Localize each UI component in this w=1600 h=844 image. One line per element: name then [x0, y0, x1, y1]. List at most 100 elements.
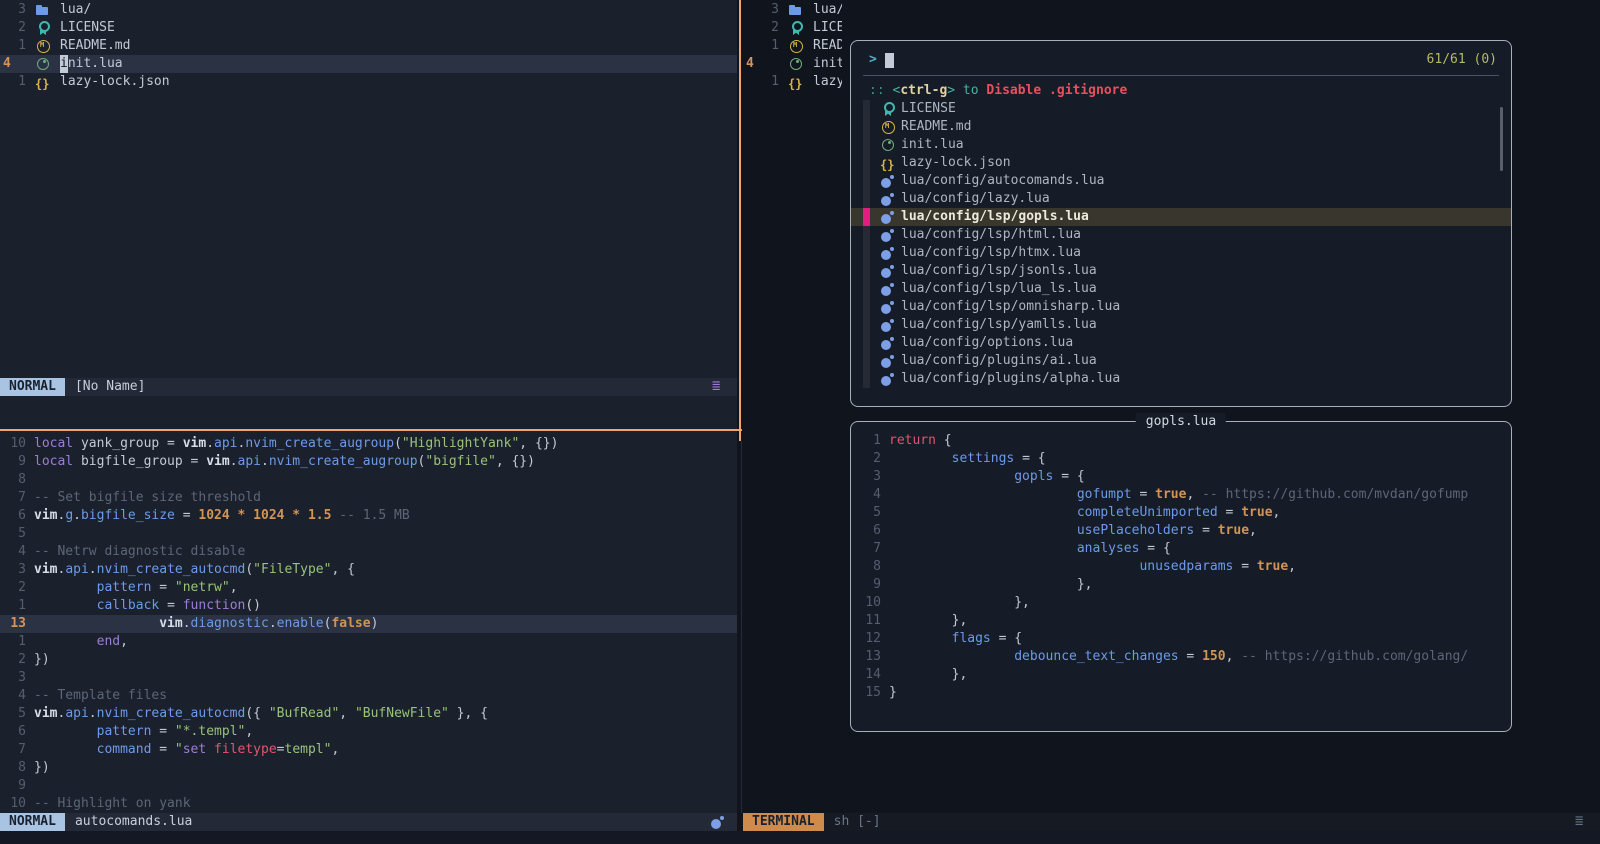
fzf-item[interactable]: lua/config/lsp/lua_ls.lua	[851, 280, 1511, 298]
file-row[interactable]: 2 LICENSE	[743, 19, 842, 37]
fzf-item[interactable]: lua/config/options.lua	[851, 334, 1511, 352]
preview-line: 13 debounce_text_changes = 150, -- https…	[851, 648, 1511, 666]
code-line[interactable]: 1 end,	[0, 633, 737, 651]
file-row[interactable]: 4 init	[743, 55, 842, 73]
file-row[interactable]: 4 init.lua	[0, 55, 737, 73]
fzf-item[interactable]: init.lua	[851, 136, 1511, 154]
preview-line: 10 },	[851, 594, 1511, 612]
code-line[interactable]: 13 vim.diagnostic.enable(false)	[0, 615, 737, 633]
tree-icon	[709, 379, 727, 395]
command-line	[0, 831, 1600, 844]
code-line[interactable]: 1 callback = function()	[0, 597, 737, 615]
file-explorer: 3 lua/ 2 LICENSE 1 README.md 4	[0, 0, 737, 91]
code-text: })	[34, 759, 50, 777]
line-number: 2	[743, 19, 779, 37]
code-line[interactable]: 9 local bigfile_group = vim.api.nvim_cre…	[0, 453, 737, 471]
line-number: 1	[0, 37, 26, 55]
lua-blue-icon	[879, 317, 897, 333]
code-line[interactable]: 4 -- Netrw diagnostic disable	[0, 543, 737, 561]
fzf-item-label: lua/config/lsp/omnisharp.lua	[901, 298, 1120, 316]
code-line[interactable]: 2 })	[0, 651, 737, 669]
code-line[interactable]: 10 -- Highlight on yank	[0, 795, 737, 813]
fzf-item[interactable]: lua/config/lsp/htmx.lua	[851, 244, 1511, 262]
code-line[interactable]: 9	[0, 777, 737, 795]
code-text: vim.api.nvim_create_autocmd({ "BufRead",…	[34, 705, 488, 723]
file-row[interactable]: 1 lazy-lock.json	[0, 73, 737, 91]
line-number: 4	[0, 55, 26, 73]
fzf-picker-window: > 61/61 (0) :: <ctrl-g> to Disable .giti…	[850, 40, 1512, 407]
code-line[interactable]: 5 vim.api.nvim_create_autocmd({ "BufRead…	[0, 705, 737, 723]
lua-blue-icon	[879, 191, 897, 207]
code-line[interactable]: 3 vim.api.nvim_create_autocmd("FileType"…	[0, 561, 737, 579]
fzf-item[interactable]: lua/config/lsp/gopls.lua	[851, 208, 1511, 226]
json-icon	[787, 74, 805, 90]
code-line[interactable]: 6 vim.g.bigfile_size = 1024 * 1024 * 1.5…	[0, 507, 737, 525]
line-number: 1	[743, 73, 779, 91]
code-text: -- Netrw diagnostic disable	[34, 543, 245, 561]
line-number: 6	[0, 507, 26, 525]
line-number: 5	[0, 525, 26, 543]
code-text: completeUnimported = true,	[889, 504, 1280, 522]
file-row[interactable]: 1 README.md	[0, 37, 737, 55]
fzf-item[interactable]: lua/config/autocomands.lua	[851, 172, 1511, 190]
line-number: 7	[851, 540, 881, 558]
file-row[interactable]: 3 lua/	[743, 1, 842, 19]
lua-blue-icon	[879, 281, 897, 297]
fzf-item[interactable]: lua/config/lazy.lua	[851, 190, 1511, 208]
file-row[interactable]: 1 READ	[743, 37, 842, 55]
file-name: init	[813, 55, 842, 73]
nvim-screen: 3 lua/ 2 LICENSE 1 README.md 4	[0, 0, 1600, 844]
file-row[interactable]: 1 lazy	[743, 73, 842, 91]
fzf-item[interactable]: README.md	[851, 118, 1511, 136]
preview-line: 1 return {	[851, 432, 1511, 450]
lua-blue-icon	[879, 173, 897, 189]
fzf-item[interactable]: lua/config/lsp/omnisharp.lua	[851, 298, 1511, 316]
readme-icon	[879, 119, 897, 135]
code-text: vim.diagnostic.enable(false)	[34, 615, 378, 633]
fzf-item[interactable]: lua/config/lsp/html.lua	[851, 226, 1511, 244]
line-number: 15	[851, 684, 881, 702]
fzf-item[interactable]: lua/config/plugins/ai.lua	[851, 352, 1511, 370]
line-number: 2	[0, 651, 26, 669]
file-row[interactable]: 3 lua/	[0, 1, 737, 19]
fzf-item-label: lua/config/lsp/htmx.lua	[901, 244, 1081, 262]
fzf-scrollbar[interactable]	[1500, 107, 1503, 171]
fzf-item[interactable]: lua/config/lsp/jsonls.lua	[851, 262, 1511, 280]
code-line[interactable]: 8	[0, 471, 737, 489]
code-text: analyses = {	[889, 540, 1171, 558]
buffer-name: autocomands.lua	[75, 813, 192, 831]
code-line[interactable]: 4 -- Template files	[0, 687, 737, 705]
code-line[interactable]: 7 -- Set bigfile size threshold	[0, 489, 737, 507]
code-line[interactable]: 10 local yank_group = vim.api.nvim_creat…	[0, 435, 737, 453]
preview-line: 15 }	[851, 684, 1511, 702]
code-line[interactable]: 2 pattern = "netrw",	[0, 579, 737, 597]
fzf-item[interactable]: lua/config/plugins/alpha.lua	[851, 370, 1511, 388]
lua-blue-icon	[879, 227, 897, 243]
file-row[interactable]: 2 LICENSE	[0, 19, 737, 37]
preview-line: 4 gofumpt = true, -- https://github.com/…	[851, 486, 1511, 504]
match-counter: 61/61 (0)	[1427, 51, 1497, 69]
fzf-item-label: lua/config/autocomands.lua	[901, 172, 1105, 190]
fzf-prompt[interactable]: > 61/61 (0)	[869, 51, 1497, 69]
code-line[interactable]: 7 command = "set filetype=templ",	[0, 741, 737, 759]
line-number: 3	[851, 468, 881, 486]
fzf-item[interactable]: LICENSE	[851, 100, 1511, 118]
fzf-item[interactable]: lazy-lock.json	[851, 154, 1511, 172]
code-line[interactable]: 5	[0, 525, 737, 543]
code-line[interactable]: 6 pattern = "*.templ",	[0, 723, 737, 741]
line-number: 9	[0, 453, 26, 471]
code-text: },	[889, 576, 1093, 594]
lua-blue-icon	[879, 371, 897, 387]
pane-border-vertical	[739, 0, 741, 441]
fzf-header: :: <ctrl-g> to Disable .gitignore	[869, 82, 1511, 100]
line-number: 14	[851, 666, 881, 684]
line-number: 1	[743, 37, 779, 55]
file-name: lazy	[813, 73, 842, 91]
lua-blue-icon	[879, 245, 897, 261]
fzf-item-label: lua/config/lsp/html.lua	[901, 226, 1081, 244]
line-number: 11	[851, 612, 881, 630]
code-line[interactable]: 3	[0, 669, 737, 687]
fzf-item[interactable]: lua/config/lsp/yamlls.lua	[851, 316, 1511, 334]
preview-line: 3 gopls = {	[851, 468, 1511, 486]
code-line[interactable]: 8 })	[0, 759, 737, 777]
